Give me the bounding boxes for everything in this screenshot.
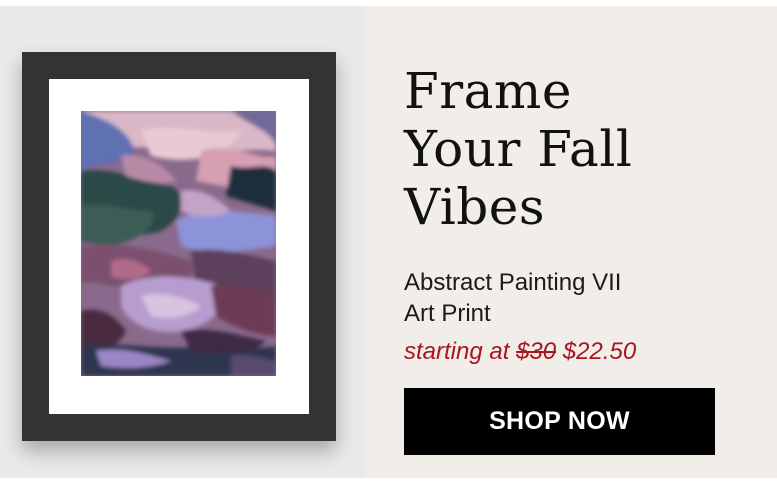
sale-price: $22.50	[562, 338, 637, 365]
promo-headline: Frame Your Fall Vibes	[404, 62, 734, 236]
product-name: Abstract Painting VII Art Print	[404, 267, 734, 329]
headline-line-1: Frame	[404, 62, 572, 120]
shop-now-button[interactable]: SHOP NOW	[404, 388, 715, 455]
product-image-panel	[0, 6, 364, 478]
headline-line-3: Vibes	[404, 178, 545, 236]
price-prefix: starting at	[404, 338, 510, 365]
abstract-painting-artwork	[81, 111, 276, 376]
product-name-line-1: Abstract Painting VII	[404, 269, 622, 296]
original-price: $30	[516, 338, 557, 365]
product-name-line-2: Art Print	[404, 300, 491, 327]
frame-mat	[49, 79, 309, 414]
promo-copy-panel: Frame Your Fall Vibes Abstract Painting …	[364, 6, 777, 478]
headline-line-2: Your Fall	[404, 120, 633, 178]
price-line: starting at $30 $22.50	[404, 338, 636, 366]
framed-art-print-image[interactable]	[22, 52, 336, 441]
promo-banner: Frame Your Fall Vibes Abstract Painting …	[0, 6, 777, 478]
